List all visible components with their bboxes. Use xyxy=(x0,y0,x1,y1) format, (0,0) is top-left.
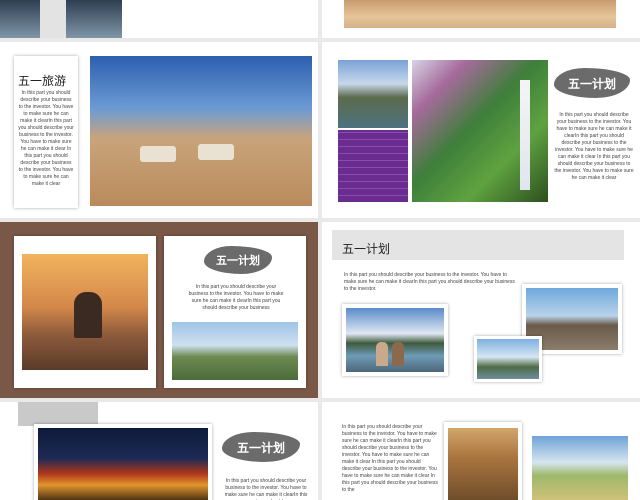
slide-title: 五一计划 xyxy=(342,242,391,256)
slide-body-text: In this part you should describe your bu… xyxy=(342,424,438,493)
village-photo xyxy=(172,322,298,380)
slide-thumbnail-6[interactable]: 五一计划 In this part you should describe yo… xyxy=(322,222,640,398)
purple-block xyxy=(338,130,408,202)
slide-1-body-text: In this part you should describe your bu… xyxy=(126,0,310,15)
slide-thumbnail-7[interactable]: 五一计划 In this part you should describe yo… xyxy=(0,402,318,500)
slide-thumbnail-grid: In this part you should describe your bu… xyxy=(0,0,640,500)
slide-body-text: In this part you should describe your bu… xyxy=(224,478,308,500)
slide-thumbnail-1[interactable]: In this part you should describe your bu… xyxy=(0,0,318,38)
photo-card xyxy=(14,236,156,388)
beach-photo xyxy=(344,0,616,28)
sunset-person-photo xyxy=(22,254,148,370)
text-card: 五一计划 In this part you should describe yo… xyxy=(164,236,306,388)
photo-card xyxy=(342,304,448,376)
slide-body-text: In this part you should describe your bu… xyxy=(344,272,515,292)
field-photo xyxy=(532,436,628,500)
slide-thumbnail-5[interactable]: 五一计划 In this part you should describe yo… xyxy=(0,222,318,398)
slide-thumbnail-4[interactable]: 五一计划 In this part you should describe yo… xyxy=(322,42,640,218)
small-lake-photo xyxy=(477,339,539,379)
photo-frame-accent xyxy=(40,0,66,38)
photo-card xyxy=(444,422,522,500)
winding-road-photo xyxy=(448,428,518,500)
slide-thumbnail-2[interactable] xyxy=(322,0,640,38)
slide-body-text: In this part you should describe your bu… xyxy=(18,90,74,187)
slide-title: 五一旅游 xyxy=(18,74,67,88)
desert-jeeps-photo xyxy=(90,56,312,206)
plan-badge: 五一计划 xyxy=(554,68,630,98)
night-temple-photo xyxy=(38,428,208,500)
slide-thumbnail-8[interactable]: In this part you should describe your bu… xyxy=(322,402,640,500)
corner-block xyxy=(18,402,98,426)
fuji-lake-photo xyxy=(346,308,444,372)
plan-badge: 五一计划 xyxy=(222,432,300,462)
waterfall-photo xyxy=(412,60,548,202)
photo-card xyxy=(474,336,542,382)
photo-card xyxy=(34,424,212,500)
slide-thumbnail-3[interactable]: 五一旅游 In this part you should describe yo… xyxy=(0,42,318,218)
mountain-lake-photo xyxy=(338,60,408,128)
plan-badge: 五一计划 xyxy=(204,246,272,274)
slide-body-text: In this part you should describe your bu… xyxy=(554,112,634,181)
slide-body-text: In this part you should describe your bu… xyxy=(188,284,284,311)
